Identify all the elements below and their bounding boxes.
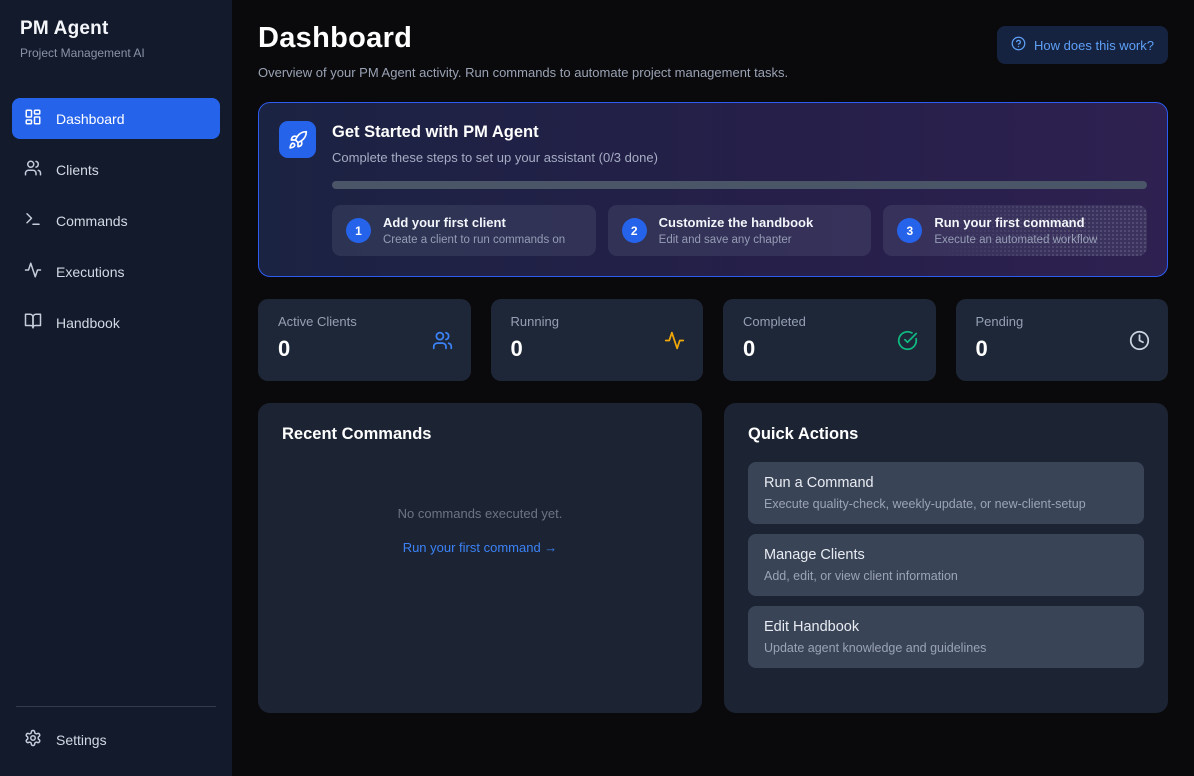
setup-steps: 1 Add your first client Create a client … — [332, 205, 1147, 256]
step-title: Run your first command — [934, 215, 1097, 230]
book-open-icon — [24, 312, 42, 333]
stat-label: Pending — [976, 314, 1149, 329]
get-started-card: Get Started with PM Agent Complete these… — [258, 102, 1168, 277]
quick-action-description: Execute quality-check, weekly-update, or… — [764, 497, 1128, 511]
stat-label: Completed — [743, 314, 916, 329]
quick-actions-title: Quick Actions — [748, 425, 1144, 444]
sidebar-item-label: Clients — [56, 162, 99, 178]
sidebar-item-label: Commands — [56, 213, 128, 229]
help-button[interactable]: How does this work? — [997, 26, 1168, 64]
stat-value: 0 — [278, 336, 451, 362]
activity-icon — [24, 261, 42, 282]
quick-action-title: Manage Clients — [764, 547, 1128, 563]
step-text: Add your first client Create a client to… — [383, 215, 565, 246]
step-description: Edit and save any chapter — [659, 234, 814, 246]
setup-progress-bar — [332, 181, 1147, 189]
sidebar-item-label: Executions — [56, 264, 124, 280]
sidebar-item-commands[interactable]: Commands — [12, 200, 220, 241]
terminal-icon — [24, 210, 42, 231]
sidebar-nav: Dashboard Clients Commands Executions Ha… — [12, 98, 220, 706]
step-number-badge: 1 — [346, 218, 371, 243]
get-started-title: Get Started with PM Agent — [332, 123, 658, 142]
page-header-text: Dashboard Overview of your PM Agent acti… — [258, 22, 788, 80]
sidebar-item-executions[interactable]: Executions — [12, 251, 220, 292]
gear-icon — [24, 729, 42, 750]
rocket-icon — [279, 121, 316, 158]
step-description: Create a client to run commands on — [383, 234, 565, 246]
clock-icon — [1129, 330, 1150, 356]
quick-action-title: Run a Command — [764, 475, 1128, 491]
step-number-badge: 2 — [622, 218, 647, 243]
page-subtitle: Overview of your PM Agent activity. Run … — [258, 65, 788, 80]
quick-action-description: Update agent knowledge and guidelines — [764, 641, 1128, 655]
app-subtitle: Project Management AI — [20, 46, 212, 60]
layout-dashboard-icon — [24, 108, 42, 129]
run-first-command-link[interactable]: Run your first command → — [403, 540, 558, 555]
users-icon — [24, 159, 42, 180]
empty-message: No commands executed yet. — [282, 506, 678, 521]
sidebar-item-label: Dashboard — [56, 111, 125, 127]
quick-action-run-command[interactable]: Run a Command Execute quality-check, wee… — [748, 462, 1144, 524]
sidebar-item-dashboard[interactable]: Dashboard — [12, 98, 220, 139]
page-header: Dashboard Overview of your PM Agent acti… — [258, 22, 1168, 80]
recent-commands-empty-state: No commands executed yet. Run your first… — [282, 444, 678, 557]
stat-value: 0 — [976, 336, 1149, 362]
recent-commands-panel: Recent Commands No commands executed yet… — [258, 403, 702, 713]
get-started-text: Get Started with PM Agent Complete these… — [332, 121, 658, 165]
step-description: Execute an automated workflow — [934, 234, 1097, 246]
sidebar-item-label: Settings — [56, 732, 107, 748]
users-icon — [432, 330, 453, 356]
stat-card-completed: Completed 0 — [723, 299, 936, 381]
quick-action-description: Add, edit, or view client information — [764, 569, 1128, 583]
page-title: Dashboard — [258, 22, 788, 55]
step-title: Customize the handbook — [659, 215, 814, 230]
help-circle-icon — [1011, 36, 1026, 54]
quick-action-manage-clients[interactable]: Manage Clients Add, edit, or view client… — [748, 534, 1144, 596]
main-content: Dashboard Overview of your PM Agent acti… — [232, 0, 1194, 776]
recent-commands-title: Recent Commands — [282, 425, 678, 444]
step-number-badge: 3 — [897, 218, 922, 243]
activity-icon — [664, 330, 685, 356]
get-started-header: Get Started with PM Agent Complete these… — [279, 121, 1147, 165]
setup-step-customize-handbook[interactable]: 2 Customize the handbook Edit and save a… — [608, 205, 872, 256]
sidebar-item-label: Handbook — [56, 315, 120, 331]
sidebar-item-settings[interactable]: Settings — [16, 719, 216, 760]
get-started-subtitle: Complete these steps to set up your assi… — [332, 150, 658, 165]
stat-label: Running — [511, 314, 684, 329]
stat-value: 0 — [743, 336, 916, 362]
stat-card-pending: Pending 0 — [956, 299, 1169, 381]
check-circle-icon — [897, 330, 918, 356]
quick-actions-list: Run a Command Execute quality-check, wee… — [748, 462, 1144, 668]
quick-action-title: Edit Handbook — [764, 619, 1128, 635]
sidebar-item-handbook[interactable]: Handbook — [12, 302, 220, 343]
app-title: PM Agent — [20, 18, 212, 40]
step-title: Add your first client — [383, 215, 565, 230]
stat-value: 0 — [511, 336, 684, 362]
step-text: Run your first command Execute an automa… — [934, 215, 1097, 246]
help-button-label: How does this work? — [1034, 38, 1154, 53]
sidebar-item-clients[interactable]: Clients — [12, 149, 220, 190]
quick-actions-panel: Quick Actions Run a Command Execute qual… — [724, 403, 1168, 713]
bottom-panels: Recent Commands No commands executed yet… — [258, 403, 1168, 713]
sidebar-footer: Settings — [16, 706, 216, 760]
brand: PM Agent Project Management AI — [12, 18, 220, 60]
stat-label: Active Clients — [278, 314, 451, 329]
sidebar: PM Agent Project Management AI Dashboard… — [0, 0, 232, 776]
setup-step-run-command[interactable]: 3 Run your first command Execute an auto… — [883, 205, 1147, 256]
step-text: Customize the handbook Edit and save any… — [659, 215, 814, 246]
stats-row: Active Clients 0 Running 0 Completed 0 P… — [258, 299, 1168, 381]
stat-card-running: Running 0 — [491, 299, 704, 381]
setup-step-add-client[interactable]: 1 Add your first client Create a client … — [332, 205, 596, 256]
stat-card-active-clients: Active Clients 0 — [258, 299, 471, 381]
quick-action-edit-handbook[interactable]: Edit Handbook Update agent knowledge and… — [748, 606, 1144, 668]
